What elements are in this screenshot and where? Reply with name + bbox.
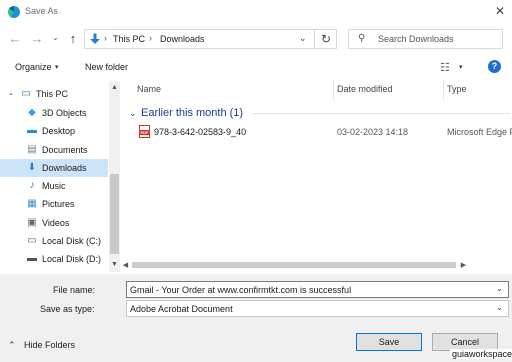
column-divider[interactable] bbox=[333, 80, 334, 100]
group-header[interactable]: Earlier this month (1) bbox=[141, 107, 243, 119]
recent-locations-chevron-icon[interactable]: ⌄ bbox=[52, 33, 59, 42]
scroll-up-arrow-icon[interactable]: ▲ bbox=[109, 84, 120, 91]
window-title: Save As bbox=[25, 6, 59, 16]
videos-icon: ▣ bbox=[27, 217, 37, 228]
search-input[interactable] bbox=[378, 30, 498, 47]
sidebar-scroll-thumb[interactable] bbox=[110, 174, 119, 254]
music-icon: ♪ bbox=[29, 180, 35, 191]
downloads-icon: ⬇ bbox=[27, 162, 37, 173]
view-dropdown-icon[interactable]: ▾ bbox=[459, 63, 463, 71]
save-as-type-dropdown-icon[interactable]: ⌄ bbox=[496, 303, 503, 312]
horizontal-scroll-thumb[interactable] bbox=[132, 262, 456, 268]
up-arrow-icon[interactable]: ↑ bbox=[66, 32, 80, 46]
sidebar-item-label: Documents bbox=[42, 145, 88, 155]
file-type-cell: Microsoft Edge P bbox=[447, 127, 512, 137]
sidebar-item-label: Local Disk (D:) bbox=[42, 254, 102, 264]
sidebar-item-label: 3D Objects bbox=[42, 108, 87, 118]
downloads-location-icon bbox=[90, 33, 100, 44]
save-button[interactable]: Save bbox=[356, 333, 422, 351]
sidebar-item-downloads[interactable]: ⬇ Downloads bbox=[0, 159, 108, 177]
group-collapse-chevron-icon[interactable]: ⌄ bbox=[129, 108, 137, 119]
sidebar-item-label: This PC bbox=[36, 89, 69, 99]
column-header-date-modified[interactable]: Date modified bbox=[337, 84, 393, 94]
computer-icon: ▭ bbox=[21, 88, 31, 99]
disk-c-icon: ▭ bbox=[27, 235, 37, 246]
breadcrumb-separator: › bbox=[104, 33, 107, 43]
sidebar-item-label: Local Disk (C:) bbox=[42, 236, 102, 246]
file-name-value[interactable]: Gmail - Your Order at www.confirmtkt.com… bbox=[130, 285, 351, 295]
file-name-dropdown-icon[interactable]: ⌄ bbox=[496, 284, 503, 293]
scroll-down-arrow-icon[interactable]: ▼ bbox=[109, 261, 120, 268]
organize-dropdown-icon[interactable]: ▾ bbox=[55, 63, 59, 71]
breadcrumb-downloads[interactable]: Downloads bbox=[160, 34, 205, 44]
column-header-type[interactable]: Type bbox=[447, 84, 467, 94]
sidebar-item-label: Pictures bbox=[42, 199, 75, 209]
column-divider[interactable] bbox=[443, 80, 444, 100]
close-icon[interactable]: ✕ bbox=[493, 3, 507, 19]
scroll-right-arrow-icon[interactable]: ▶ bbox=[458, 261, 469, 269]
search-icon: ⚲ bbox=[358, 33, 366, 44]
hide-folders-button[interactable]: Hide Folders bbox=[24, 340, 75, 350]
breadcrumb-this-pc[interactable]: This PC bbox=[113, 34, 145, 44]
sidebar-item-this-pc[interactable]: ⌄ ▭ This PC bbox=[0, 85, 108, 103]
sidebar-item-pictures[interactable]: ▦ Pictures bbox=[0, 195, 108, 213]
file-name-label: File name: bbox=[53, 285, 96, 295]
desktop-folder-icon: ▬ bbox=[27, 125, 37, 136]
sidebar-item-local-disk-d[interactable]: ▬ Local Disk (D:) bbox=[0, 250, 108, 268]
file-date-cell: 03-02-2023 14:18 bbox=[337, 127, 409, 137]
sidebar-item-desktop[interactable]: ▬ Desktop bbox=[0, 122, 108, 140]
new-folder-button[interactable]: New folder bbox=[85, 62, 128, 72]
sidebar-item-local-disk-c[interactable]: ▭ Local Disk (C:) bbox=[0, 232, 108, 250]
forward-arrow-icon[interactable]: → bbox=[30, 32, 44, 46]
pdf-label: PDF bbox=[139, 130, 150, 135]
sidebar-item-videos[interactable]: ▣ Videos bbox=[0, 214, 108, 232]
hide-folders-chevron-icon[interactable]: ⌃ bbox=[8, 340, 16, 351]
sidebar-item-documents[interactable]: ▤ Documents bbox=[0, 141, 108, 159]
save-as-type-label: Save as type: bbox=[40, 304, 95, 314]
disk-d-icon: ▬ bbox=[27, 253, 37, 264]
pictures-icon: ▦ bbox=[27, 198, 37, 209]
column-header-name[interactable]: Name bbox=[137, 84, 161, 94]
sidebar-item-label: Videos bbox=[42, 218, 70, 228]
watermark: guiaworkspace bbox=[450, 349, 512, 359]
save-as-type-value[interactable]: Adobe Acrobat Document bbox=[130, 304, 233, 314]
breadcrumb-separator: › bbox=[149, 33, 152, 43]
edge-app-icon bbox=[8, 6, 20, 18]
address-dropdown-icon[interactable]: ⌄ bbox=[299, 33, 307, 44]
expand-chevron-icon[interactable]: ⌄ bbox=[8, 89, 14, 97]
refresh-icon[interactable]: ↻ bbox=[318, 32, 334, 46]
documents-icon: ▤ bbox=[27, 144, 37, 155]
title-bar bbox=[0, 0, 512, 24]
help-icon[interactable]: ? bbox=[488, 60, 501, 73]
organize-button[interactable]: Organize bbox=[15, 62, 52, 72]
file-name-cell[interactable]: 978-3-642-02583-9_40 bbox=[154, 127, 246, 137]
sidebar-item-music[interactable]: ♪ Music bbox=[0, 177, 108, 195]
change-view-icon[interactable]: ☷ bbox=[440, 61, 450, 74]
sidebar-item-label: Downloads bbox=[42, 163, 87, 173]
sidebar-item-3d-objects[interactable]: ◆ 3D Objects bbox=[0, 104, 108, 122]
back-arrow-icon[interactable]: ← bbox=[8, 32, 22, 46]
group-divider bbox=[252, 113, 510, 114]
sidebar-item-label: Desktop bbox=[42, 126, 76, 136]
sidebar-item-label: Music bbox=[42, 181, 66, 191]
scroll-left-arrow-icon[interactable]: ◀ bbox=[120, 261, 131, 269]
3d-objects-icon: ◆ bbox=[28, 107, 36, 118]
